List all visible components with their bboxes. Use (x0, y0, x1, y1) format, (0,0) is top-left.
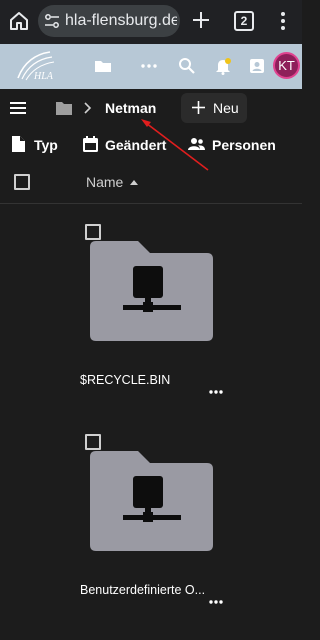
new-button[interactable]: Neu (181, 93, 247, 123)
svg-text:HLA: HLA (33, 71, 54, 82)
tab-switcher-button[interactable]: 2 (234, 11, 254, 31)
browser-toolbar: hla-flensburg.de 2 (0, 0, 302, 44)
file-icon (12, 136, 25, 152)
network-folder-icon[interactable] (90, 241, 213, 341)
address-bar[interactable]: hla-flensburg.de (38, 5, 180, 37)
select-all-checkbox[interactable] (14, 174, 30, 190)
calendar-icon (83, 136, 98, 152)
app-header: HLA KT (0, 44, 302, 89)
list-header: Name (0, 166, 302, 204)
filter-type[interactable]: Typ (12, 134, 62, 156)
breadcrumb-current-folder[interactable]: Netman (105, 100, 156, 116)
people-icon (188, 138, 205, 150)
browser-menu-icon[interactable] (280, 10, 286, 32)
more-apps-icon[interactable] (140, 57, 158, 75)
chevron-right-icon (84, 102, 92, 114)
hla-logo[interactable]: HLA (14, 48, 60, 84)
item-name[interactable]: Benutzerdefinierte O... (80, 583, 225, 597)
home-icon[interactable] (8, 10, 30, 32)
new-button-label: Neu (213, 100, 239, 116)
filter-modified-label: Geändert (105, 137, 167, 153)
item-name[interactable]: $RECYCLE.BIN (80, 373, 225, 387)
list-item[interactable]: Benutzerdefinierte O... (80, 429, 225, 619)
url-text[interactable]: hla-flensburg.de (65, 12, 177, 30)
files-icon[interactable] (94, 57, 112, 75)
filter-modified[interactable]: Geändert (83, 134, 168, 156)
more-options-icon[interactable] (209, 390, 223, 394)
user-avatar[interactable]: KT (273, 52, 300, 79)
filter-people-label: Personen (212, 137, 276, 153)
column-header-name[interactable]: Name (86, 174, 123, 190)
contacts-icon[interactable] (248, 57, 266, 75)
filter-bar: Typ Geändert Personen (0, 130, 302, 160)
item-checkbox[interactable] (85, 224, 101, 240)
network-folder-icon[interactable] (90, 451, 213, 551)
list-item[interactable]: $RECYCLE.BIN (80, 219, 225, 409)
more-options-icon[interactable] (209, 600, 223, 604)
filter-people[interactable]: Personen (188, 134, 276, 156)
filter-type-label: Typ (34, 137, 58, 153)
notifications-icon[interactable] (214, 57, 232, 75)
sort-ascending-icon[interactable] (130, 180, 138, 185)
header-divider (0, 203, 302, 204)
hamburger-menu-icon[interactable] (10, 101, 26, 115)
new-tab-icon[interactable] (192, 11, 210, 29)
plus-icon (192, 101, 205, 114)
folder-home-icon[interactable] (56, 101, 72, 115)
breadcrumb: Netman Neu (0, 89, 302, 129)
site-settings-icon[interactable] (44, 13, 60, 29)
search-icon[interactable] (178, 57, 196, 75)
item-checkbox[interactable] (85, 434, 101, 450)
